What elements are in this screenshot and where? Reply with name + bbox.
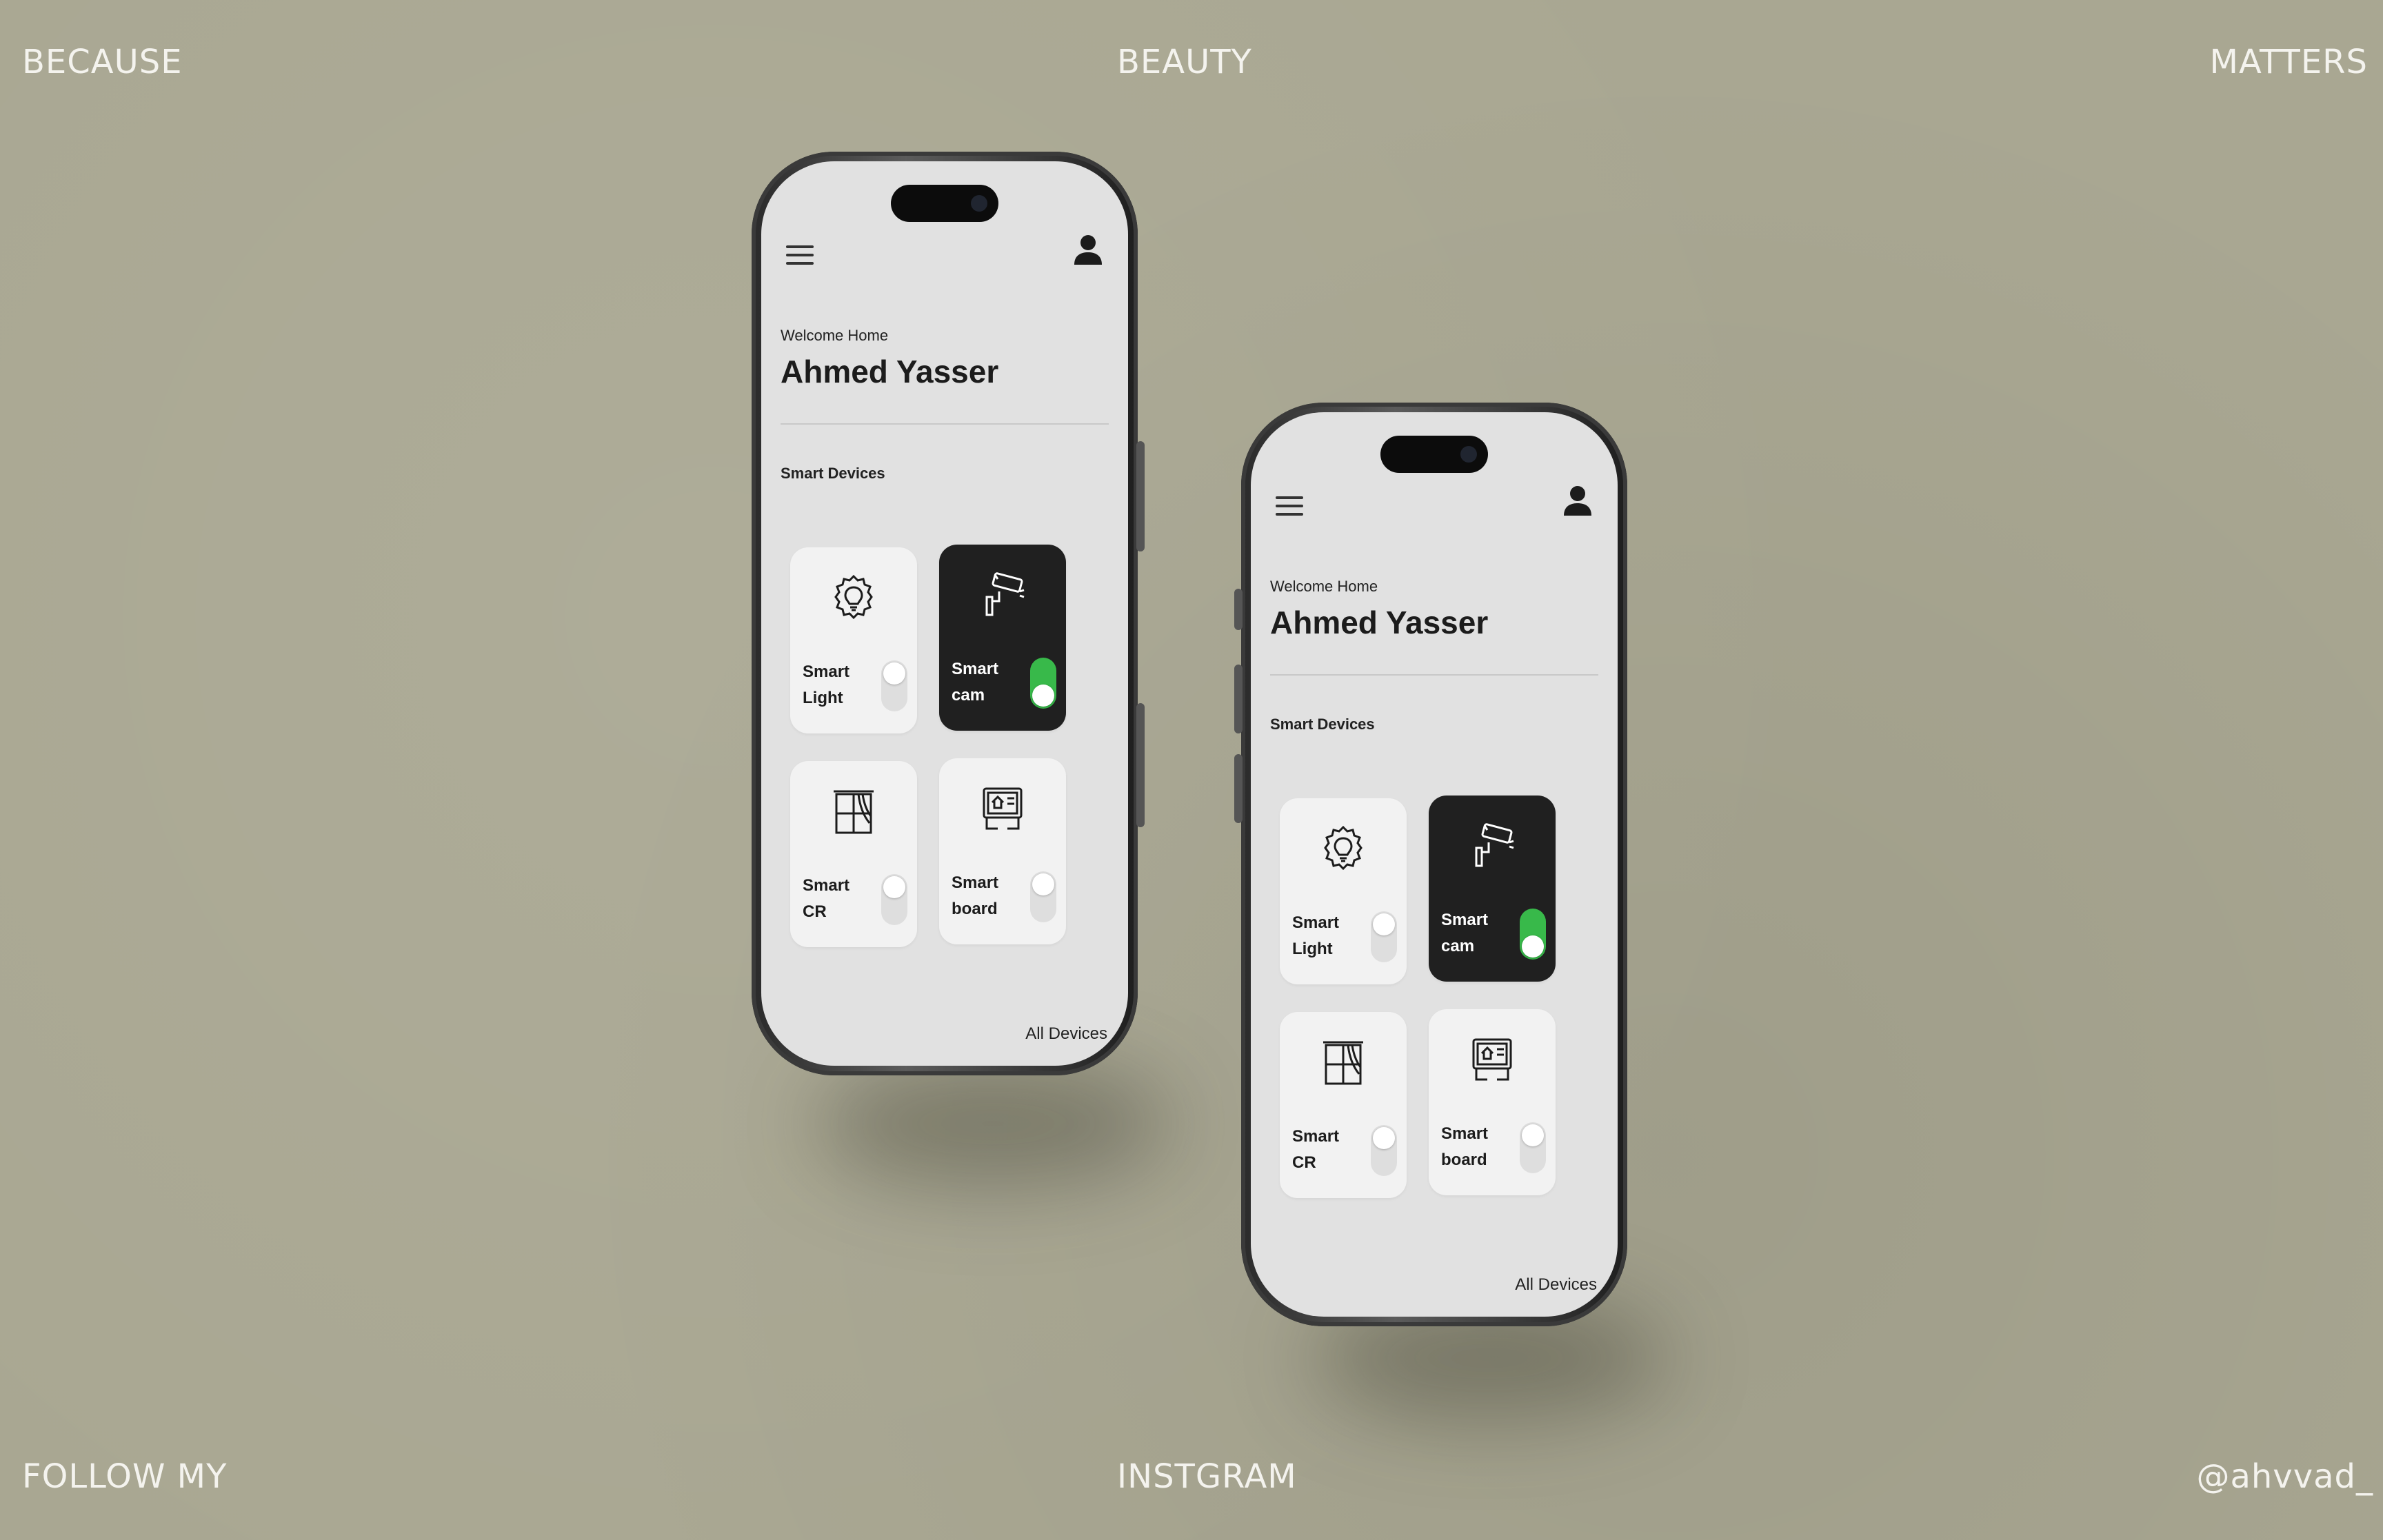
device-toggle[interactable]	[1371, 911, 1397, 962]
device-label: Smart Light	[1292, 913, 1340, 958]
device-toggle[interactable]	[1520, 909, 1546, 960]
corner-text-because: BECAUSE	[22, 43, 183, 81]
device-card-smart-cr[interactable]: Smart CR	[1280, 1012, 1407, 1198]
device-label: Smart CR	[1292, 1127, 1340, 1172]
device-toggle[interactable]	[1371, 1125, 1397, 1176]
user-profile-icon[interactable]	[1562, 484, 1593, 517]
curtain-icon	[834, 790, 874, 834]
corner-text-instagram: INSTGRAM	[1117, 1457, 1297, 1496]
side-button	[1136, 703, 1145, 827]
device-card-smart-cr[interactable]: Smart CR	[790, 761, 917, 947]
phone-mockup-right: Welcome Home Ahmed Yasser Smart Devices …	[1234, 403, 1627, 1326]
device-label: Smart CR	[803, 876, 850, 921]
all-devices-link[interactable]: All Devices	[1025, 1024, 1107, 1044]
hamburger-menu-icon[interactable]	[1276, 495, 1303, 517]
device-label: Smart Light	[803, 662, 850, 707]
app-screen: Welcome Home Ahmed Yasser Smart Devices …	[761, 161, 1128, 1066]
device-card-smart-board[interactable]: Smart board	[939, 758, 1066, 944]
side-button	[1234, 665, 1243, 733]
device-toggle[interactable]	[881, 660, 907, 711]
section-title: Smart Devices	[1270, 716, 1375, 733]
divider	[781, 423, 1109, 425]
user-name: Ahmed Yasser	[781, 354, 999, 389]
dynamic-island	[891, 185, 998, 222]
device-card-smart-board[interactable]: Smart board	[1429, 1009, 1556, 1195]
device-card-smart-light[interactable]: Smart Light	[790, 547, 917, 733]
security-camera-icon	[1475, 823, 1514, 867]
light-bulb-icon	[1324, 825, 1363, 871]
device-toggle[interactable]	[1030, 658, 1056, 709]
control-board-icon	[1472, 1038, 1512, 1081]
hamburger-menu-icon[interactable]	[786, 244, 814, 266]
device-label: Smart board	[1441, 1124, 1489, 1169]
phone-mockup-left: Welcome Home Ahmed Yasser Smart Devices …	[752, 152, 1145, 1075]
dynamic-island	[1380, 436, 1488, 473]
section-title: Smart Devices	[781, 465, 885, 482]
corner-text-follow-my: FOLLOW MY	[22, 1457, 228, 1496]
phone-shadow	[814, 1062, 1172, 1186]
device-label: Smart cam	[1441, 911, 1489, 955]
light-bulb-icon	[834, 574, 873, 620]
device-toggle[interactable]	[881, 874, 907, 925]
side-button	[1136, 441, 1145, 551]
all-devices-link[interactable]: All Devices	[1515, 1275, 1597, 1295]
welcome-text: Welcome Home	[781, 327, 889, 344]
curtain-icon	[1323, 1041, 1363, 1085]
corner-text-matters: MATTERS	[2209, 43, 2368, 81]
device-label: Smart board	[952, 873, 999, 918]
device-card-smart-cam[interactable]: Smart cam	[1429, 796, 1556, 982]
user-profile-icon[interactable]	[1073, 233, 1103, 266]
side-button	[1234, 589, 1243, 630]
device-toggle[interactable]	[1030, 871, 1056, 922]
welcome-text: Welcome Home	[1270, 578, 1378, 595]
device-toggle[interactable]	[1520, 1122, 1546, 1173]
divider	[1270, 674, 1598, 676]
device-card-smart-cam[interactable]: Smart cam	[939, 545, 1066, 731]
control-board-icon	[983, 787, 1023, 830]
corner-text-beauty: BEAUTY	[1117, 43, 1252, 81]
corner-text-handle: @ahvvad_	[2196, 1457, 2373, 1496]
device-card-smart-light[interactable]: Smart Light	[1280, 798, 1407, 984]
device-label: Smart cam	[952, 660, 999, 705]
app-screen: Welcome Home Ahmed Yasser Smart Devices …	[1251, 412, 1618, 1317]
security-camera-icon	[985, 572, 1025, 616]
side-button	[1234, 754, 1243, 823]
user-name: Ahmed Yasser	[1270, 605, 1489, 640]
